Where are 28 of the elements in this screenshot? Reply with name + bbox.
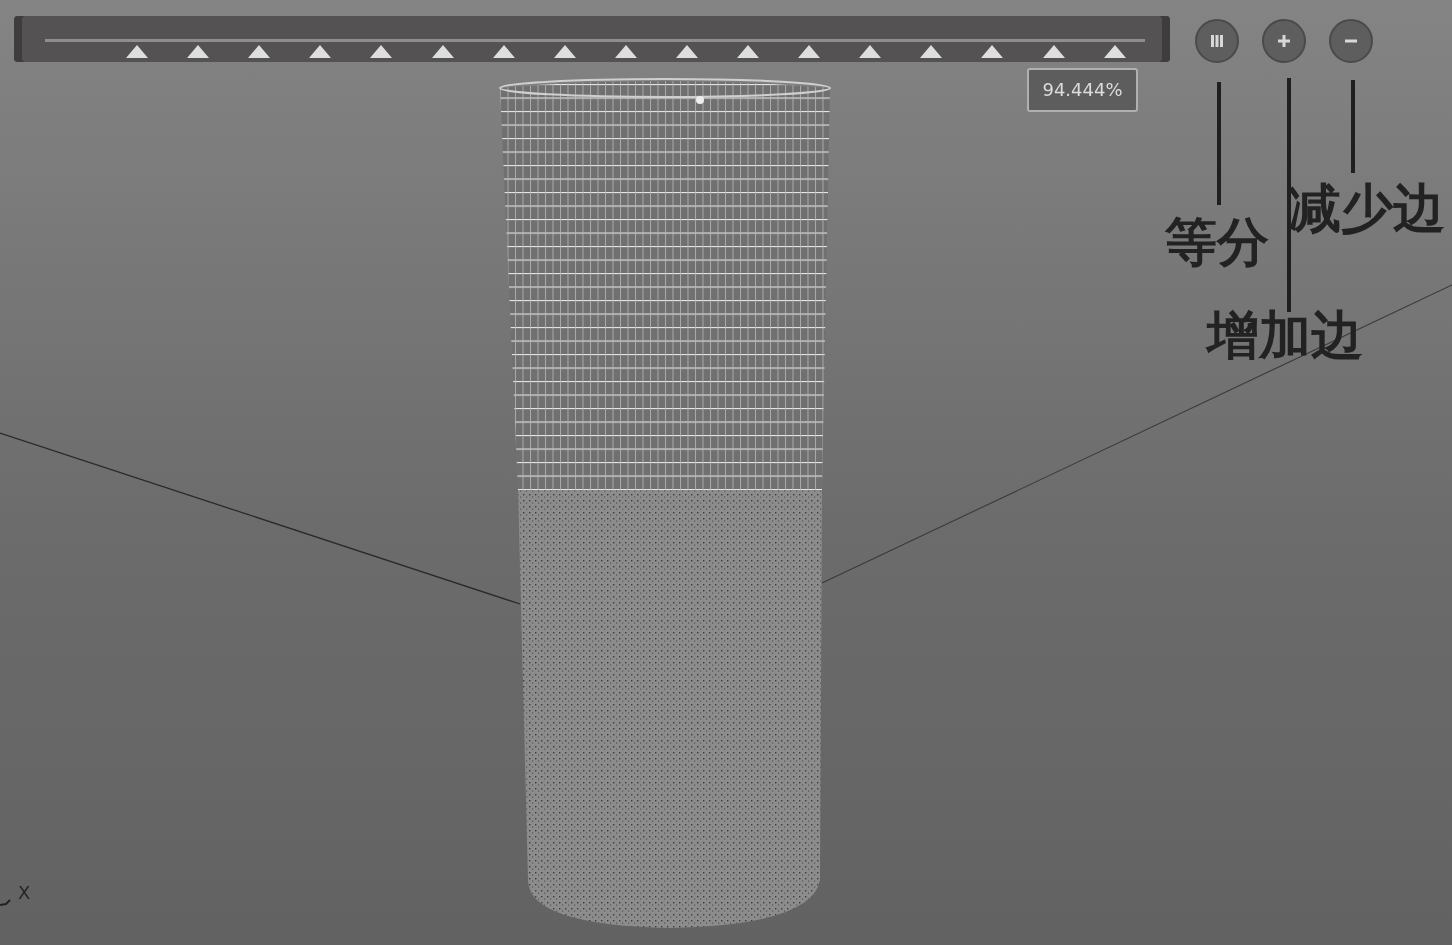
remove-edge-button[interactable] (1329, 19, 1373, 63)
slider-handle-icon[interactable] (370, 45, 393, 58)
slider-handle-icon[interactable] (798, 45, 821, 58)
annotation-label: 减少边 (1289, 180, 1445, 238)
slider-handle-icon[interactable] (859, 45, 882, 58)
slider-handle-icon[interactable] (675, 45, 698, 58)
divide-button[interactable] (1195, 19, 1239, 63)
slider-handle-icon[interactable] (920, 45, 943, 58)
slider-handle-icon[interactable] (1042, 45, 1065, 58)
annotation-label: 等分 (1165, 214, 1269, 272)
add-edge-button[interactable] (1262, 19, 1306, 63)
bars-icon (1210, 34, 1224, 48)
slider-handle-icon[interactable] (187, 45, 210, 58)
slider-value-tooltip: 94.444% (1027, 68, 1138, 112)
plus-icon (1277, 34, 1291, 48)
slider-handle-icon[interactable] (248, 45, 271, 58)
slider-handle-icon[interactable] (126, 45, 148, 58)
axis-gizmo-icon (0, 898, 14, 906)
slider-handle-icon[interactable] (981, 45, 1004, 58)
slider-handle-icon[interactable] (614, 45, 637, 58)
slider-handle-icon[interactable] (553, 45, 576, 58)
slider-handle-icon[interactable] (737, 45, 759, 58)
annotation-label: 增加边 (1207, 307, 1363, 365)
slider-handle-icon[interactable] (1103, 45, 1126, 58)
slider-handle-icon[interactable] (492, 45, 515, 58)
slider-handle-icon[interactable] (309, 45, 332, 58)
slider-handle-icon[interactable] (431, 45, 454, 58)
axis-label: X (18, 882, 31, 903)
